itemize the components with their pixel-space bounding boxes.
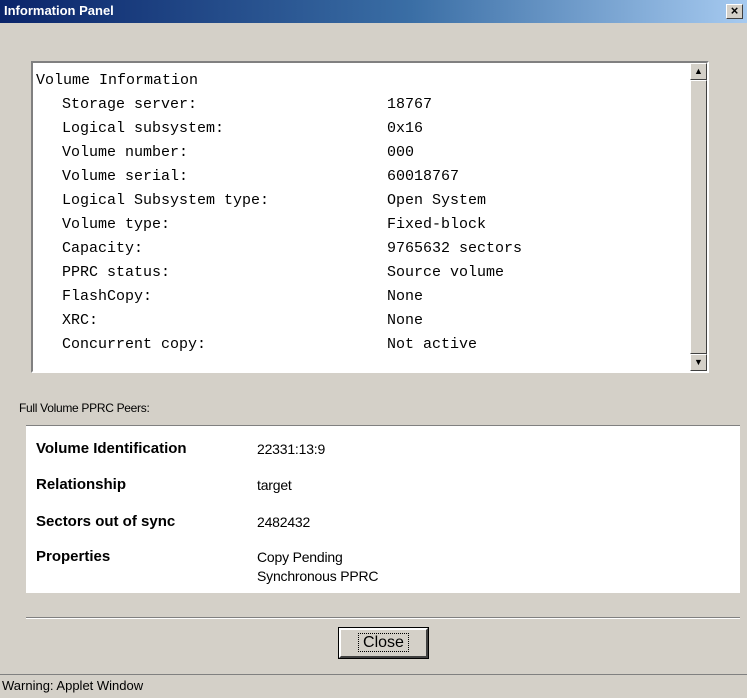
info-label: Concurrent copy: [62, 336, 207, 353]
info-row-volume-type: Volume type: Fixed-block [36, 213, 706, 237]
info-row-volume-number: Volume number: 000 [36, 141, 706, 165]
info-row-lss-type: Logical Subsystem type: Open System [36, 189, 706, 213]
info-row-flashcopy: FlashCopy: None [36, 285, 706, 309]
info-value: None [387, 288, 424, 305]
peer-value: 2482432 [257, 514, 311, 530]
vertical-scrollbar[interactable]: ▲ ▼ [690, 63, 707, 371]
volume-info-content: Volume Information Storage server: 18767 … [36, 69, 706, 357]
info-value: 0x16 [387, 120, 424, 137]
peer-value-secondary: Synchronous PPRC [257, 568, 379, 584]
status-bar: Warning: Applet Window [0, 674, 747, 698]
info-label: PPRC status: [62, 264, 171, 281]
peers-section-title: Full Volume PPRC Peers: [19, 401, 150, 415]
info-value: None [387, 312, 424, 329]
peer-value: Copy Pending [257, 549, 343, 565]
info-label: Volume type: [62, 216, 171, 233]
info-label: Logical subsystem: [62, 120, 225, 137]
info-value: Open System [387, 192, 487, 209]
info-row-volume-serial: Volume serial: 60018767 [36, 165, 706, 189]
info-row-capacity: Capacity: 9765632 sectors [36, 237, 706, 261]
peer-value: 22331:13:9 [257, 441, 326, 457]
volume-info-textarea[interactable]: Volume Information Storage server: 18767 … [31, 61, 709, 373]
scroll-thumb[interactable] [690, 80, 707, 354]
peer-value: target [257, 477, 292, 493]
info-row-logical-subsystem: Logical subsystem: 0x16 [36, 117, 706, 141]
peer-label: Sectors out of sync [36, 513, 176, 530]
info-label: XRC: [62, 312, 99, 329]
info-label: Volume number: [62, 144, 189, 161]
volume-info-heading: Volume Information [36, 72, 199, 89]
info-row-storage-server: Storage server: 18767 [36, 93, 706, 117]
info-label: Storage server: [62, 96, 198, 113]
info-label: Capacity: [62, 240, 144, 257]
info-value: 000 [387, 144, 415, 161]
scroll-down-icon[interactable]: ▼ [690, 354, 707, 371]
info-value: Source volume [387, 264, 505, 281]
title-bar[interactable]: Information Panel × [0, 0, 747, 23]
peer-label: Relationship [36, 476, 127, 493]
peers-table: Volume Identification 22331:13:9 Relatio… [26, 425, 740, 593]
peer-label: Properties [36, 548, 111, 565]
info-value: 60018767 [387, 168, 460, 185]
close-button-label: Close [358, 633, 409, 652]
divider-highlight [26, 618, 740, 619]
info-row-concurrent-copy: Concurrent copy: Not active [36, 333, 706, 357]
close-button[interactable]: Close [338, 627, 429, 659]
info-label: Logical Subsystem type: [62, 192, 270, 209]
info-value: Fixed-block [387, 216, 487, 233]
info-label: FlashCopy: [62, 288, 153, 305]
peer-label: Volume Identification [36, 440, 187, 457]
scroll-up-icon[interactable]: ▲ [690, 63, 707, 80]
info-row-pprc-status: PPRC status: Source volume [36, 261, 706, 285]
info-label: Volume serial: [62, 168, 189, 185]
info-value: 18767 [387, 96, 433, 113]
info-value: 9765632 sectors [387, 240, 523, 257]
window-close-icon[interactable]: × [726, 4, 743, 19]
info-value: Not active [387, 336, 478, 353]
window-title: Information Panel [4, 3, 114, 18]
info-row-xrc: XRC: None [36, 309, 706, 333]
